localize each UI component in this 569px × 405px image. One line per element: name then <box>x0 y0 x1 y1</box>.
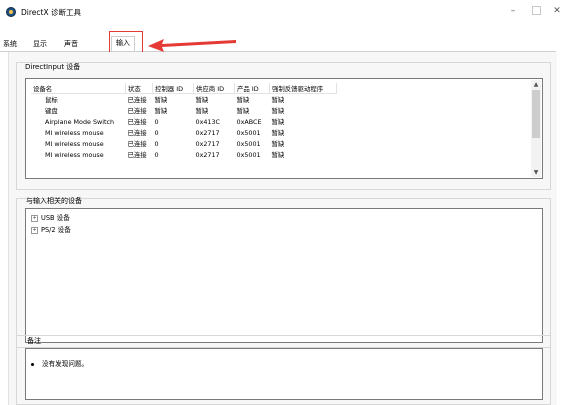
related-devices-group-label: 与输入相关的设备 <box>26 197 82 205</box>
scroll-up-icon[interactable]: ▲ <box>531 80 541 89</box>
controller-id-cell: 0 <box>154 117 159 126</box>
vendor-id-cell: 0x2717 <box>195 128 220 137</box>
column-header-ff-driver[interactable]: 强制反馈驱动程序 <box>269 83 337 94</box>
table-row[interactable]: MI wireless mouse 已连接 0 0x2717 0x5001 暂缺 <box>31 149 337 160</box>
tab-display[interactable]: 显示 <box>33 38 47 51</box>
tree-item-label: USB 设备 <box>41 214 70 222</box>
status-cell: 已连接 <box>127 107 147 115</box>
directx-app-icon <box>6 7 16 17</box>
product-id-cell: 0x5001 <box>236 150 261 159</box>
device-name-cell: MI wireless mouse <box>45 139 104 148</box>
status-cell: 已连接 <box>127 151 147 159</box>
bullet-icon <box>31 362 34 366</box>
vendor-id-cell: 0x413C <box>195 117 221 126</box>
table-header-row: 设备名 状态 控制器 ID 供应商 ID 产品 ID 强制反馈驱动程序 <box>31 83 337 94</box>
minimize-button[interactable]: – <box>503 3 523 19</box>
ff-driver-cell: 暂缺 <box>271 96 285 104</box>
directinput-group-label: DirectInput 设备 <box>25 63 81 71</box>
device-name-cell: 键盘 <box>45 107 58 115</box>
related-devices-tree[interactable]: + USB 设备 + PS/2 设备 <box>25 208 543 343</box>
device-name-cell: MI wireless mouse <box>45 128 104 137</box>
controller-id-cell: 暂缺 <box>154 96 168 104</box>
note-item: 没有发现问题。 <box>31 358 88 368</box>
ff-driver-cell: 暂缺 <box>271 118 285 126</box>
vendor-id-cell: 暂缺 <box>195 96 209 104</box>
tab-bar: 系统 显示 声音 输入 <box>0 36 569 51</box>
device-table: 设备名 状态 控制器 ID 供应商 ID 产品 ID 强制反馈驱动程序 鼠标 已… <box>31 83 337 160</box>
product-id-cell: 暂缺 <box>236 96 250 104</box>
tree-item-label: PS/2 设备 <box>41 226 71 234</box>
controller-id-cell: 0 <box>154 150 159 159</box>
expand-icon[interactable]: + <box>31 226 38 234</box>
maximize-button[interactable] <box>526 3 546 19</box>
title-bar: DirectX 诊断工具 – ✕ <box>0 0 569 24</box>
device-name-cell: Airplane Mode Switch <box>45 117 115 126</box>
tab-system[interactable]: 系统 <box>3 38 17 51</box>
directinput-device-list[interactable]: 设备名 状态 控制器 ID 供应商 ID 产品 ID 强制反馈驱动程序 鼠标 已… <box>25 78 543 179</box>
vendor-id-cell: 暂缺 <box>195 107 209 115</box>
controller-id-cell: 0 <box>154 128 159 137</box>
tree-item-usb-devices[interactable]: + USB 设备 <box>31 212 70 222</box>
tree-item-ps2-devices[interactable]: + PS/2 设备 <box>31 224 71 234</box>
scrollbar-thumb[interactable] <box>532 90 540 138</box>
table-row[interactable]: MI wireless mouse 已连接 0 0x2717 0x5001 暂缺 <box>31 127 337 138</box>
product-id-cell: 暂缺 <box>236 107 250 115</box>
column-header-status[interactable]: 状态 <box>125 83 153 94</box>
column-header-device-name[interactable]: 设备名 <box>31 83 126 94</box>
close-button[interactable]: ✕ <box>547 3 567 19</box>
device-name-cell: 鼠标 <box>45 96 58 104</box>
ff-driver-cell: 暂缺 <box>271 140 285 148</box>
column-header-controller-id[interactable]: 控制器 ID <box>152 83 194 94</box>
status-cell: 已连接 <box>127 129 147 137</box>
window-title: DirectX 诊断工具 <box>21 8 81 17</box>
notes-group-label: 备注 <box>27 337 41 345</box>
device-list-scrollbar[interactable]: ▲ ▼ <box>531 80 541 177</box>
expand-icon[interactable]: + <box>31 214 38 222</box>
maximize-icon <box>531 6 541 15</box>
column-header-product-id[interactable]: 产品 ID <box>234 83 270 94</box>
ff-driver-cell: 暂缺 <box>271 129 285 137</box>
table-row[interactable]: 键盘 已连接 暂缺 暂缺 暂缺 暂缺 <box>31 105 337 116</box>
input-tab-panel: DirectInput 设备 设备名 状态 控制器 ID 供应商 ID 产品 I… <box>8 52 557 405</box>
note-text: 没有发现问题。 <box>42 360 89 368</box>
ff-driver-cell: 暂缺 <box>271 107 285 115</box>
scroll-down-icon[interactable]: ▼ <box>531 168 541 177</box>
table-row[interactable]: MI wireless mouse 已连接 0 0x2717 0x5001 暂缺 <box>31 138 337 149</box>
product-id-cell: 0x5001 <box>236 128 261 137</box>
tab-sound[interactable]: 声音 <box>64 38 78 51</box>
vendor-id-cell: 0x2717 <box>195 139 220 148</box>
controller-id-cell: 0 <box>154 139 159 148</box>
device-name-cell: MI wireless mouse <box>45 150 104 159</box>
status-cell: 已连接 <box>127 140 147 148</box>
controller-id-cell: 暂缺 <box>154 107 168 115</box>
ff-driver-cell: 暂缺 <box>271 151 285 159</box>
vendor-id-cell: 0x2717 <box>195 150 220 159</box>
product-id-cell: 0xABCE <box>236 117 262 126</box>
column-header-vendor-id[interactable]: 供应商 ID <box>193 83 235 94</box>
product-id-cell: 0x5001 <box>236 139 261 148</box>
table-row[interactable]: 鼠标 已连接 暂缺 暂缺 暂缺 暂缺 <box>31 94 337 106</box>
table-row[interactable]: Airplane Mode Switch 已连接 0 0x413C 0xABCE… <box>31 116 337 127</box>
notes-box: 没有发现问题。 <box>25 348 543 400</box>
status-cell: 已连接 <box>127 96 147 104</box>
status-cell: 已连接 <box>127 118 147 126</box>
